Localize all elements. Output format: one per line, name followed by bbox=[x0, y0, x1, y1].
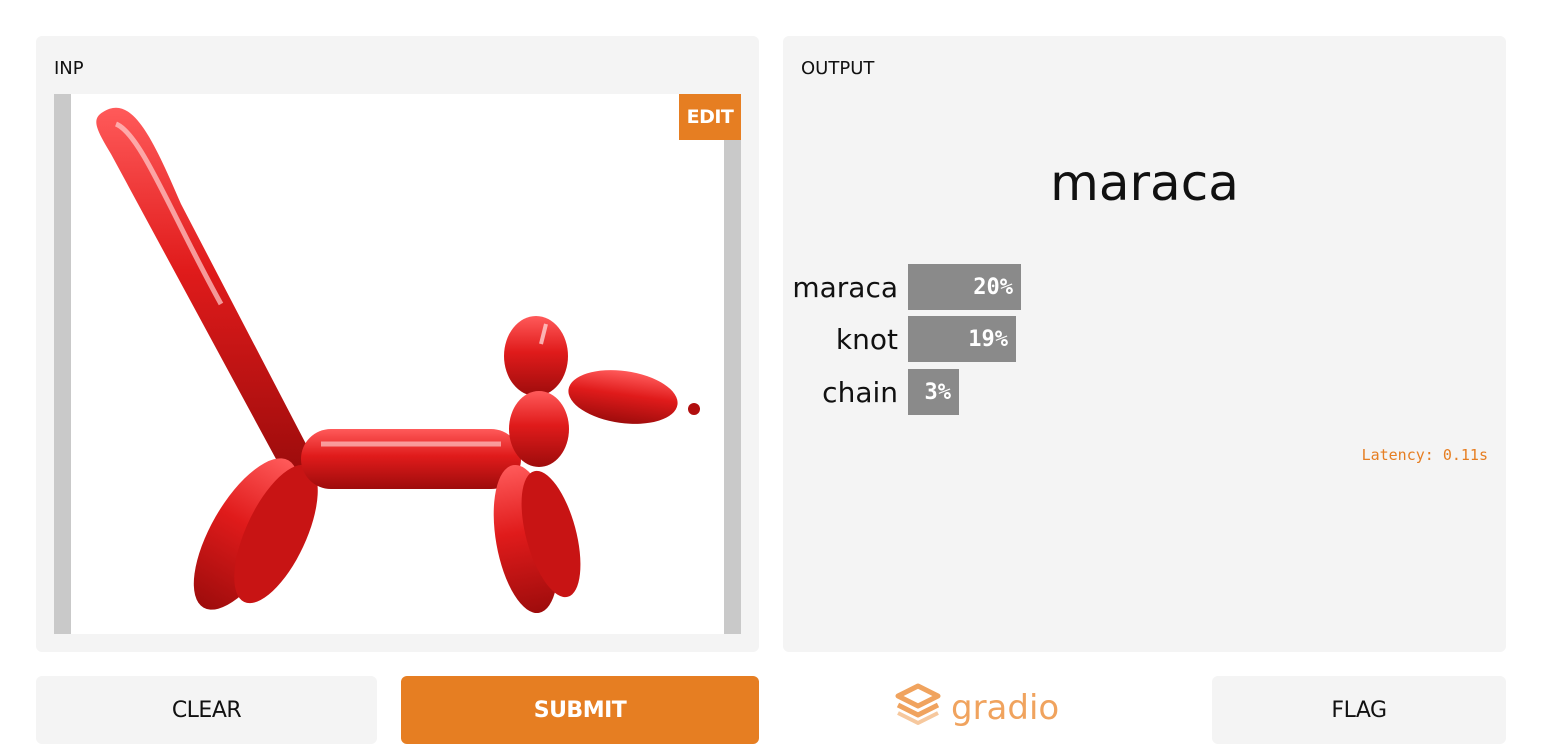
input-label: INP bbox=[54, 58, 84, 79]
gradio-logo-text: gradio bbox=[951, 688, 1060, 728]
edit-button[interactable]: EDIT bbox=[679, 94, 741, 140]
latency-text: Latency: 0.11s bbox=[1361, 446, 1488, 464]
gradio-logo[interactable]: gradio bbox=[895, 683, 1060, 730]
confidence-row-chain: chain 3% bbox=[783, 369, 959, 415]
clear-button[interactable]: CLEAR bbox=[36, 676, 377, 744]
image-frame[interactable] bbox=[54, 94, 741, 634]
input-panel: INP EDIT bbox=[36, 36, 759, 652]
confidence-row-knot: knot 19% bbox=[783, 316, 1016, 362]
confidence-label: knot bbox=[835, 322, 898, 356]
input-image[interactable] bbox=[71, 94, 724, 634]
balloon-dog-image bbox=[96, 107, 700, 614]
output-label: OUTPUT bbox=[801, 58, 875, 79]
confidence-bar: 20% bbox=[908, 264, 1021, 310]
output-panel: OUTPUT maraca maraca 20% knot 19% chain … bbox=[783, 36, 1506, 652]
top-prediction: maraca bbox=[1050, 154, 1239, 212]
submit-button[interactable]: SUBMIT bbox=[401, 676, 759, 744]
confidence-label: chain bbox=[822, 375, 898, 409]
gradio-logo-icon bbox=[895, 683, 941, 734]
confidence-row-maraca: maraca 20% bbox=[783, 264, 1021, 310]
confidence-label: maraca bbox=[792, 270, 898, 304]
confidence-bar: 3% bbox=[908, 369, 959, 415]
confidence-bar: 19% bbox=[908, 316, 1016, 362]
flag-button[interactable]: FLAG bbox=[1212, 676, 1506, 744]
